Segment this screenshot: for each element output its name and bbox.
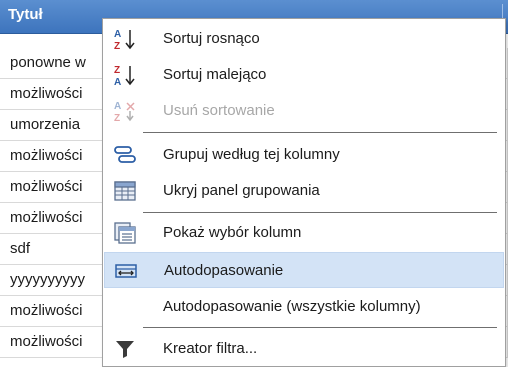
- svg-text:A: A: [114, 29, 121, 40]
- menu-item-label: Pokaż wybór kolumn: [163, 224, 302, 241]
- menu-item-label: Sortuj malejąco: [163, 66, 267, 83]
- svg-text:Z: Z: [114, 65, 120, 76]
- menu-item-filter-editor[interactable]: Kreator filtra...: [104, 331, 504, 367]
- menu-item-clear-sort[interactable]: A Z Usuń sortowanie: [104, 93, 504, 129]
- table-cell: możliwości: [10, 85, 83, 102]
- table-cell: możliwości: [10, 302, 83, 319]
- group-by-column-icon: [113, 143, 137, 167]
- menu-item-sort-ascending[interactable]: A Z Sortuj rosnąco: [104, 21, 504, 57]
- table-cell: sdf: [10, 240, 31, 257]
- table-cell: możliwości: [10, 178, 83, 195]
- group-panel-icon: [113, 179, 137, 203]
- menu-separator: [143, 212, 497, 213]
- table-cell: możliwości: [10, 147, 83, 164]
- menu-item-label: Ukryj panel grupowania: [163, 182, 320, 199]
- menu-item-hide-group-panel[interactable]: Ukryj panel grupowania: [104, 173, 504, 209]
- menu-item-label: Kreator filtra...: [163, 340, 258, 357]
- filter-icon: [113, 337, 137, 361]
- svg-text:Z: Z: [114, 113, 120, 123]
- best-fit-icon: [114, 259, 138, 283]
- column-chooser-icon: [113, 221, 137, 245]
- svg-text:Z: Z: [114, 41, 120, 51]
- menu-item-best-fit-all-columns[interactable]: Autodopasowanie (wszystkie kolumny): [104, 289, 504, 325]
- menu-item-sort-descending[interactable]: Z A Sortuj malejąco: [104, 57, 504, 93]
- table-cell: ponowne w: [10, 54, 86, 71]
- sort-ascending-icon: A Z: [113, 27, 137, 52]
- menu-item-best-fit[interactable]: Autodopasowanie: [104, 252, 504, 288]
- menu-item-label: Autodopasowanie: [164, 262, 284, 279]
- sort-descending-icon: Z A: [113, 63, 137, 88]
- table-cell: możliwości: [10, 209, 83, 226]
- table-cell: yyyyyyyyyy: [10, 271, 85, 288]
- table-cell: możliwości: [10, 333, 83, 350]
- column-header-label: Tytuł: [8, 6, 43, 23]
- menu-item-label: Sortuj rosnąco: [163, 30, 260, 47]
- column-context-menu: A Z Sortuj rosnąco Z A Sortuj malejąco A…: [102, 18, 506, 367]
- clear-sort-icon: A Z: [113, 99, 137, 124]
- menu-separator: [143, 132, 497, 133]
- menu-separator: [143, 327, 497, 328]
- menu-item-label: Grupuj według tej kolumny: [163, 146, 340, 163]
- menu-item-group-by-column[interactable]: Grupuj według tej kolumny: [104, 137, 504, 173]
- menu-item-label: Usuń sortowanie: [163, 102, 275, 119]
- menu-item-label: Autodopasowanie (wszystkie kolumny): [163, 298, 421, 315]
- menu-item-column-chooser[interactable]: Pokaż wybór kolumn: [104, 215, 504, 251]
- svg-text:A: A: [114, 101, 121, 112]
- svg-text:A: A: [114, 77, 121, 87]
- table-cell: umorzenia: [10, 116, 81, 133]
